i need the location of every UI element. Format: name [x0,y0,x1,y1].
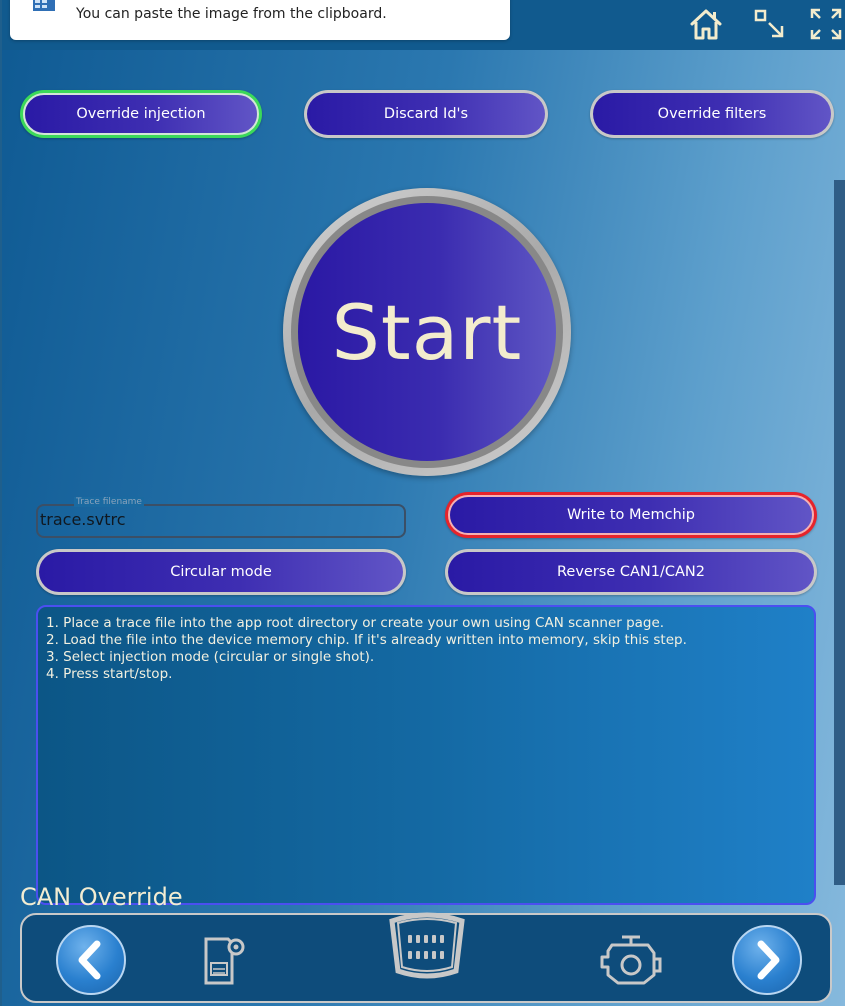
page-title: CAN Override [20,883,183,911]
obd-connector-icon[interactable] [386,911,468,987]
engine-icon[interactable] [598,931,664,987]
home-icon[interactable] [688,6,724,42]
memory-card-settings-icon[interactable] [198,933,248,987]
trace-filename-value[interactable]: trace.svtrc [40,510,125,529]
clipboard-image-icon [33,0,55,11]
instruction-line: 4. Press start/stop. [46,666,173,682]
write-memchip-label: Write to Memchip [448,495,814,535]
minimize-icon[interactable] [752,6,788,42]
fullscreen-icon[interactable] [808,6,844,42]
previous-button[interactable] [56,925,126,995]
next-button[interactable] [732,925,802,995]
start-button-label: Start [298,203,556,461]
reverse-can-button[interactable]: Reverse CAN1/CAN2 [445,549,817,595]
start-button[interactable]: Start [283,188,571,476]
reverse-can-label: Reverse CAN1/CAN2 [448,552,814,592]
write-memchip-button[interactable]: Write to Memchip [445,492,817,538]
next-arrow-icon [757,940,780,980]
trace-filename-label: Trace filename [74,497,144,507]
override-filters-label: Override filters [593,93,831,135]
toast-message: You can paste the image from the clipboa… [76,6,387,22]
override-filters-button[interactable]: Override filters [590,90,834,138]
discard-ids-button[interactable]: Discard Id's [304,90,548,138]
trace-filename-field[interactable]: Trace filename trace.svtrc [36,497,406,538]
instruction-line: 3. Select injection mode (circular or si… [46,649,375,665]
clipboard-toast: You can paste the image from the clipboa… [10,0,510,40]
previous-arrow-icon [78,940,101,980]
instruction-line: 1. Place a trace file into the app root … [46,615,665,631]
override-injection-button[interactable]: Override injection [20,90,262,138]
can-override-screen: You can paste the image from the clipboa… [2,0,845,1006]
override-injection-label: Override injection [23,93,259,135]
discard-ids-label: Discard Id's [307,93,545,135]
bottom-navigation-bar [20,911,832,1003]
instruction-line: 2. Load the file into the device memory … [46,632,687,648]
scrollbar[interactable] [834,180,845,885]
circular-mode-label: Circular mode [39,552,403,592]
circular-mode-button[interactable]: Circular mode [36,549,406,595]
instructions-panel: 1. Place a trace file into the app root … [36,605,816,905]
